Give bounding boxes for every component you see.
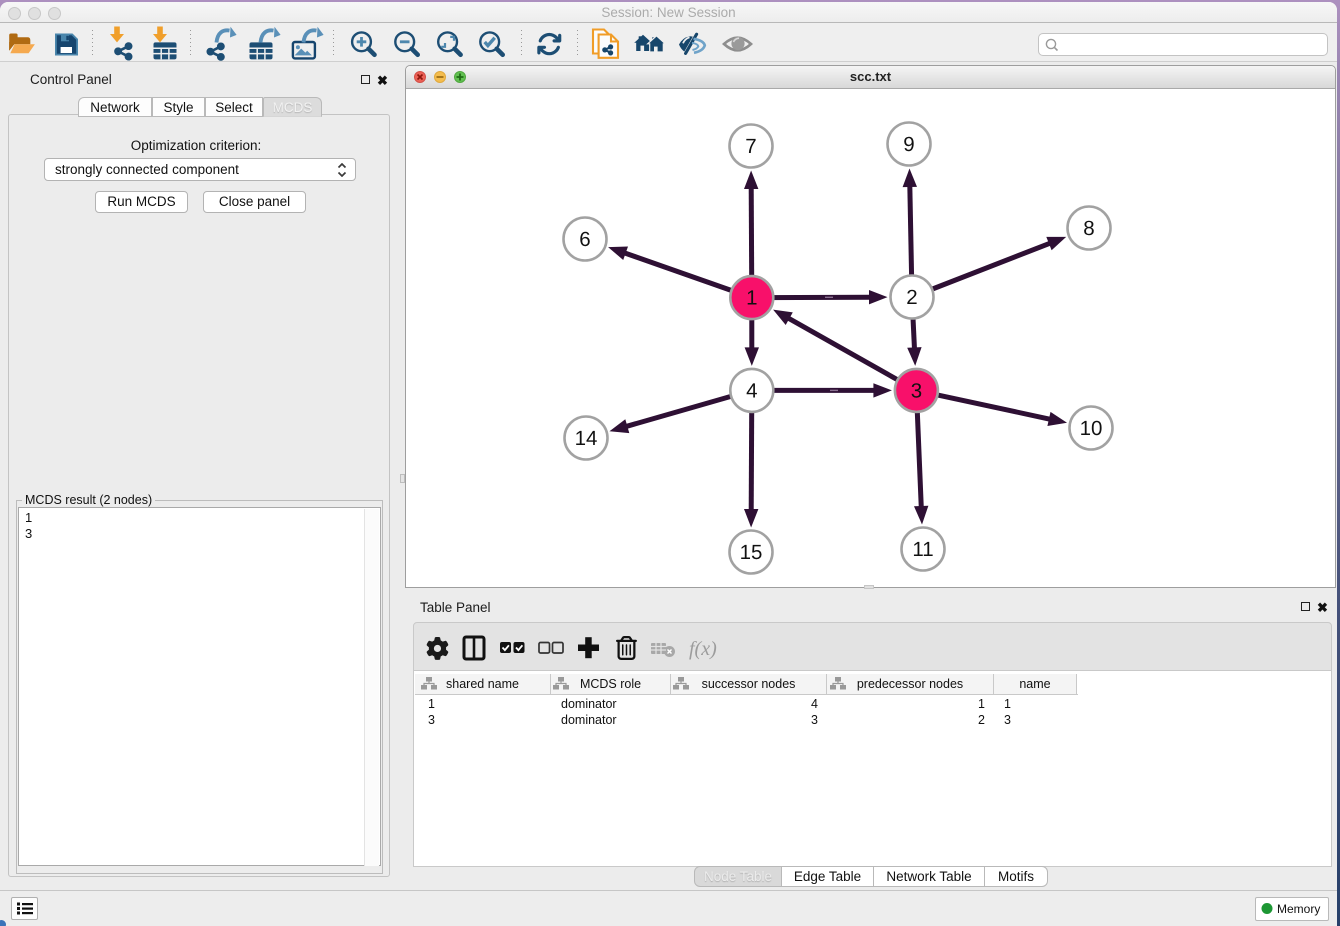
svg-text:11: 11 [912, 538, 933, 561]
svg-text:Memory: Memory [1277, 902, 1320, 916]
svg-text:10: 10 [1080, 417, 1103, 440]
svg-text:14: 14 [575, 427, 598, 450]
svg-text:6: 6 [579, 228, 590, 251]
svg-text:8: 8 [1083, 217, 1094, 240]
svg-text:1: 1 [746, 287, 757, 310]
svg-text:15: 15 [740, 541, 763, 564]
svg-text:3: 3 [911, 379, 922, 402]
svg-text:4: 4 [746, 379, 757, 402]
svg-text:f(x): f(x) [689, 638, 717, 660]
svg-text:7: 7 [745, 135, 756, 158]
svg-text:2: 2 [906, 286, 917, 309]
svg-text:9: 9 [903, 133, 914, 156]
